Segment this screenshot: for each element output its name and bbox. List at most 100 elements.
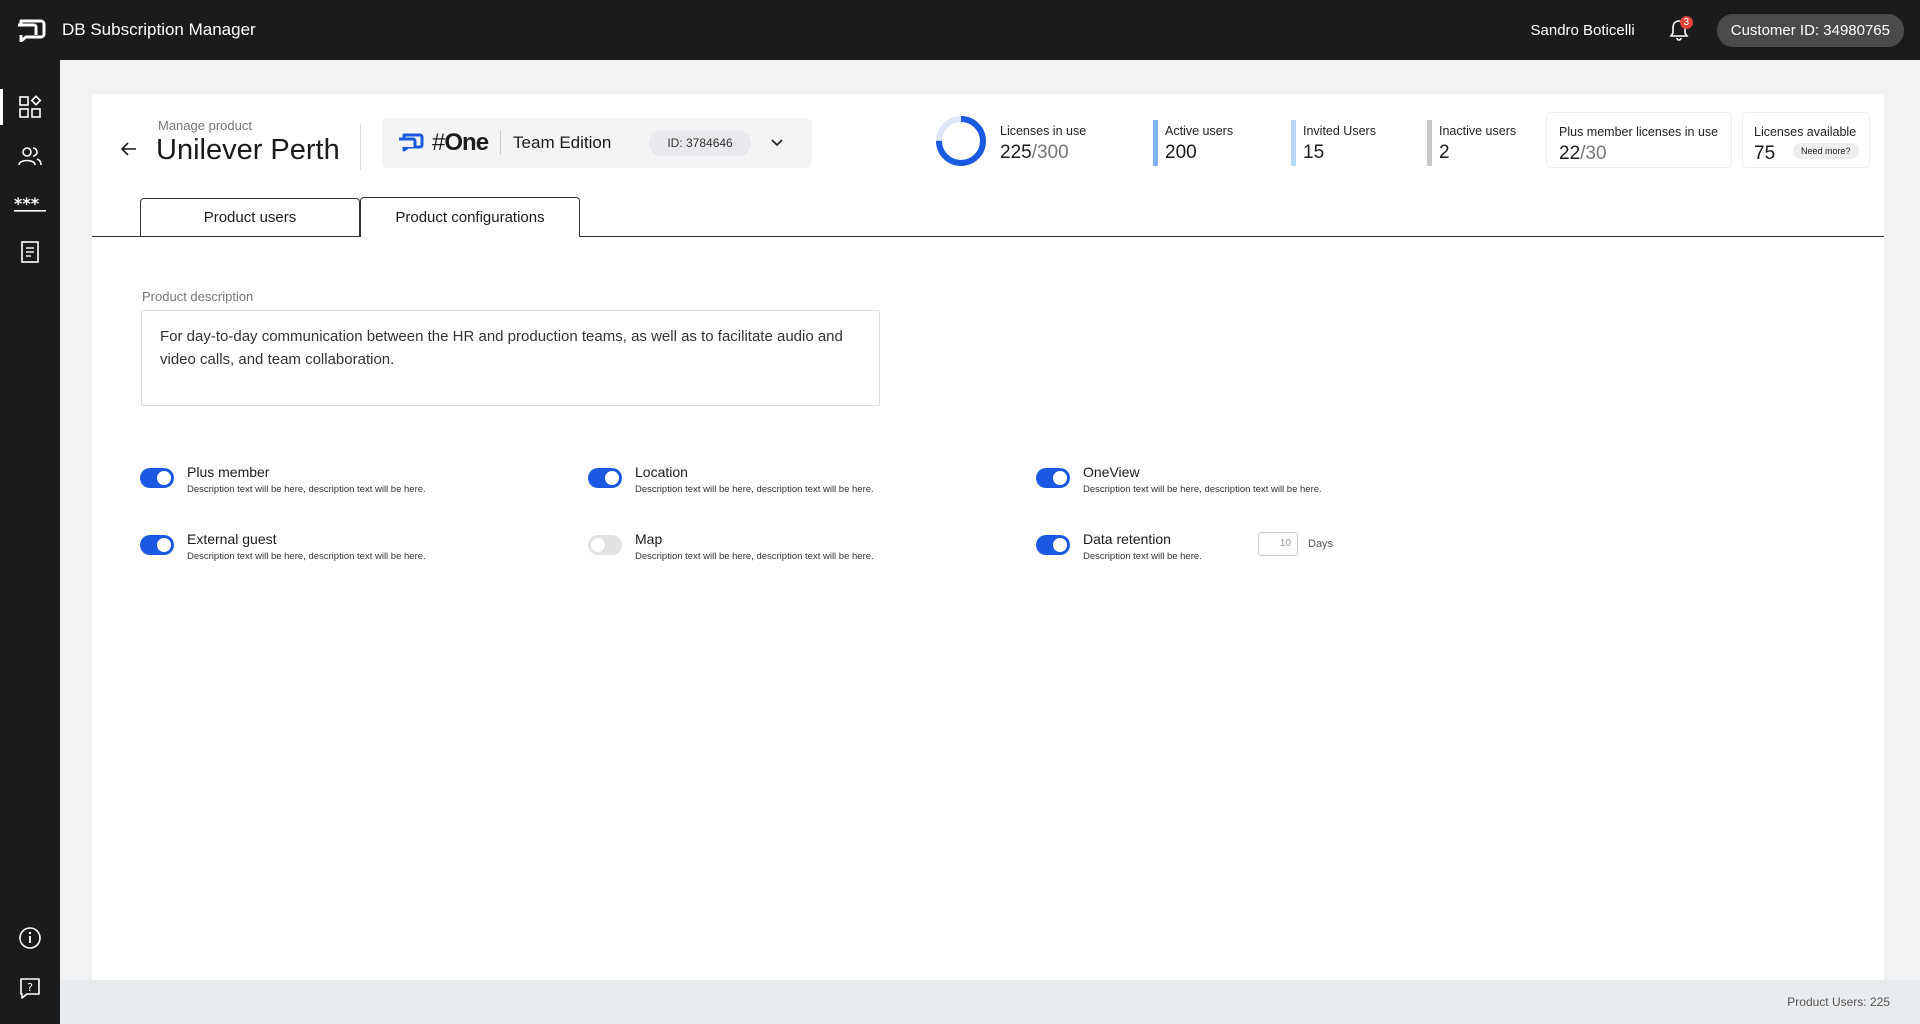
stat-label: Licenses in use (1000, 124, 1087, 138)
dashboard-icon (19, 95, 42, 118)
toggle-knob (1053, 538, 1067, 552)
sidebar-item-dashboard[interactable] (0, 83, 60, 131)
help-icon: ? (20, 978, 40, 999)
product-logo-icon (398, 133, 424, 152)
stat-licenses-available: Licenses available 75 Need more? (1742, 112, 1870, 168)
stat-value: 15 (1303, 142, 1325, 163)
info-icon (19, 927, 41, 949)
stat-label: Invited Users (1303, 124, 1376, 138)
stat-value: 225/300 (1000, 142, 1069, 164)
brand-one: One (444, 129, 489, 156)
retention-days-label: Days (1308, 538, 1334, 550)
map-toggle[interactable] (588, 535, 622, 555)
option-description: Description text will be here, descripti… (635, 551, 874, 562)
external-guest-toggle[interactable] (140, 535, 174, 555)
footer-bar: Product Users: 225 (60, 980, 1920, 1024)
product-users-count: Product Users: 225 (1787, 995, 1890, 1009)
stat-label: Licenses available (1754, 125, 1857, 139)
licenses-donut-chart (936, 116, 986, 166)
location-toggle[interactable] (588, 468, 622, 488)
licenses-total: /300 (1031, 142, 1069, 163)
stat-invited-users: Invited Users 15 (1291, 118, 1413, 168)
option-description: Description text will be here, descripti… (187, 484, 426, 495)
product-card: Manage product Unilever Perth #One Team … (92, 94, 1884, 980)
plus-member-toggle[interactable] (140, 468, 174, 488)
option-map: Map Description text will be here, descr… (588, 531, 1008, 571)
inactive-users-bar (1427, 120, 1432, 166)
chevron-down-icon (771, 139, 783, 147)
product-dropdown-toggle[interactable] (767, 133, 787, 153)
invoice-icon (21, 241, 39, 263)
stat-active-users: Active users 200 (1153, 118, 1285, 168)
toggle-knob (1053, 471, 1067, 485)
plus-used: 22 (1559, 143, 1581, 164)
tab-product-configurations[interactable]: Product configurations (360, 197, 580, 238)
invited-users-bar (1291, 120, 1296, 166)
product-description-label: Product description (142, 289, 254, 304)
notification-badge: 3 (1679, 16, 1693, 29)
option-name: Location (635, 464, 688, 480)
toggle-knob (157, 471, 171, 485)
stat-licenses-in-use: Licenses in use 225/300 (1000, 118, 1130, 168)
option-name: Data retention (1083, 531, 1171, 547)
option-plus-member: Plus member Description text will be her… (140, 464, 560, 504)
option-description: Description text will be here, descripti… (635, 484, 874, 495)
option-description: Description text will be here, descripti… (187, 551, 426, 562)
brand-hash: # (432, 129, 445, 156)
need-more-button[interactable]: Need more? (1793, 143, 1859, 159)
retention-days-input[interactable]: 10 (1258, 532, 1298, 556)
toggle-knob (157, 538, 171, 552)
toggle-knob (605, 471, 619, 485)
users-icon (18, 147, 42, 166)
oneview-toggle[interactable] (1036, 468, 1070, 488)
option-name: Plus member (187, 464, 270, 480)
manage-product-label: Manage product (158, 118, 252, 133)
app-title: DB Subscription Manager (62, 20, 256, 39)
licenses-used: 225 (1000, 142, 1032, 163)
sidebar-item-passwords[interactable]: *** (0, 180, 60, 228)
sidebar-item-help[interactable]: ? (0, 964, 60, 1012)
stat-label: Plus member licenses in use (1559, 125, 1719, 139)
user-name[interactable]: Sandro Boticelli (1531, 22, 1635, 39)
app-logo-icon[interactable] (17, 18, 47, 43)
option-external-guest: External guest Description text will be … (140, 531, 560, 571)
option-location: Location Description text will be here, … (588, 464, 1008, 504)
stat-value: 75 (1754, 143, 1776, 164)
back-button[interactable] (116, 136, 142, 162)
stat-inner: Plus member licenses in use 22/30 (1559, 119, 1729, 169)
option-oneview: OneView Description text will be here, d… (1036, 464, 1456, 504)
stat-label: Active users (1165, 124, 1234, 138)
option-data-retention: Data retention Description text will be … (1036, 531, 1456, 571)
customer-id-chip[interactable]: Customer ID: 34980765 (1716, 13, 1904, 47)
stat-value: 22/30 (1559, 143, 1607, 165)
notifications-button[interactable]: 3 (1665, 16, 1693, 44)
sidebar: *** ? (0, 60, 60, 1024)
product-edition: Team Edition (513, 133, 612, 152)
product-description-field[interactable]: For day-to-day communication between the… (141, 310, 880, 406)
sidebar-item-invoices[interactable] (0, 228, 60, 276)
option-name: External guest (187, 531, 277, 547)
top-bar: DB Subscription Manager Sandro Boticelli… (0, 0, 1920, 60)
sidebar-item-users[interactable] (0, 132, 60, 180)
option-name: OneView (1083, 464, 1140, 480)
active-users-bar (1153, 120, 1158, 166)
toggle-knob (591, 538, 605, 552)
tab-product-users[interactable]: Product users (140, 198, 360, 236)
product-selector[interactable]: #One Team Edition ID: 3784646 (382, 118, 812, 168)
product-brand: #One (432, 129, 489, 157)
option-description: Description text will be here, descripti… (1083, 484, 1322, 495)
data-retention-toggle[interactable] (1036, 535, 1070, 555)
product-id-badge: ID: 3784646 (649, 130, 751, 156)
option-description: Description text will be here. (1083, 551, 1202, 562)
chip-divider (500, 131, 502, 155)
sidebar-item-info[interactable] (0, 914, 60, 962)
password-icon: *** (14, 195, 46, 213)
plus-total: /30 (1580, 143, 1607, 164)
header-divider (360, 124, 361, 170)
option-name: Map (635, 531, 663, 547)
stat-plus-member-licenses: Plus member licenses in use 22/30 (1546, 112, 1732, 168)
page-title: Unilever Perth (156, 134, 340, 166)
stat-label: Inactive users (1439, 124, 1517, 138)
svg-text:?: ? (27, 981, 33, 994)
stat-value: 200 (1165, 142, 1197, 163)
